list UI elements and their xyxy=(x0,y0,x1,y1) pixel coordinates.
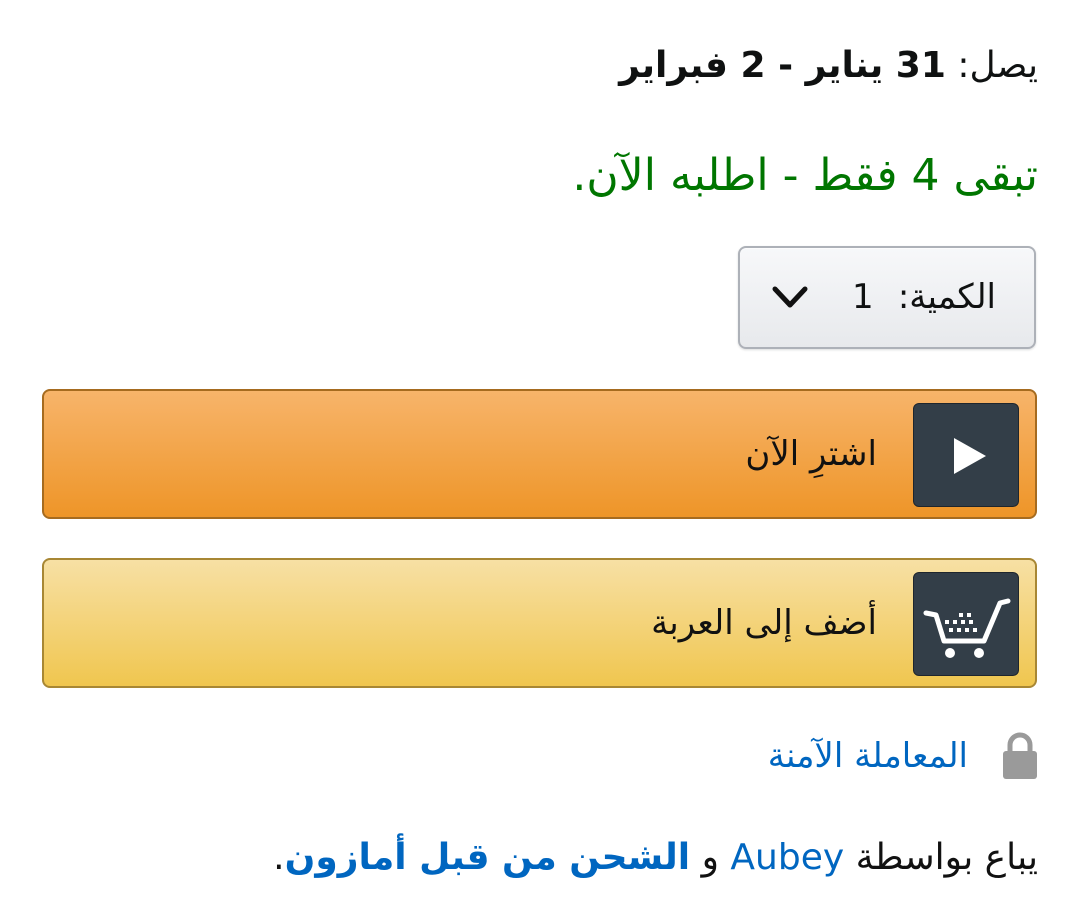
delivery-dates: 31 يناير - 2 فبراير xyxy=(619,45,946,86)
quantity-value: 1 xyxy=(852,277,874,317)
add-to-cart-button[interactable]: أضف إلى العربة xyxy=(42,558,1037,688)
stock-message: تبقى 4 فقط - اطلبه الآن. xyxy=(572,150,1038,201)
quantity-label: الكمية: xyxy=(897,277,996,317)
seller-link[interactable]: Aubey xyxy=(730,837,844,878)
sold-by-period: . xyxy=(273,837,285,878)
buy-now-label: اشترِ الآن xyxy=(745,434,877,474)
delivery-estimate: يصل: 31 يناير - 2 فبراير xyxy=(619,40,1038,92)
cart-icon-box xyxy=(913,572,1019,676)
fulfilled-by-amazon-link[interactable]: الشحن من قبل أمازون xyxy=(285,837,691,878)
quantity-dropdown[interactable]: 1 الكمية: xyxy=(738,246,1036,349)
buy-now-icon-box xyxy=(913,403,1019,507)
delivery-label: يصل: xyxy=(957,45,1038,86)
cart-icon xyxy=(923,598,1011,658)
sold-by-prefix: يباع بواسطة xyxy=(855,837,1038,878)
lock-icon xyxy=(1003,732,1037,779)
chevron-down-icon xyxy=(772,286,808,308)
secure-transaction: المعاملة الآمنة xyxy=(768,726,1038,786)
buy-box: يصل: 31 يناير - 2 فبراير تبقى 4 فقط - اط… xyxy=(0,0,1080,912)
add-to-cart-label: أضف إلى العربة xyxy=(651,603,877,643)
buy-now-button[interactable]: اشترِ الآن xyxy=(42,389,1037,519)
sold-by-conjunction: و xyxy=(701,837,719,878)
sold-by-info: يباع بواسطة Aubey و الشحن من قبل أمازون. xyxy=(273,830,1038,886)
secure-transaction-link[interactable]: المعاملة الآمنة xyxy=(768,736,968,776)
play-arrow-icon xyxy=(954,438,986,474)
